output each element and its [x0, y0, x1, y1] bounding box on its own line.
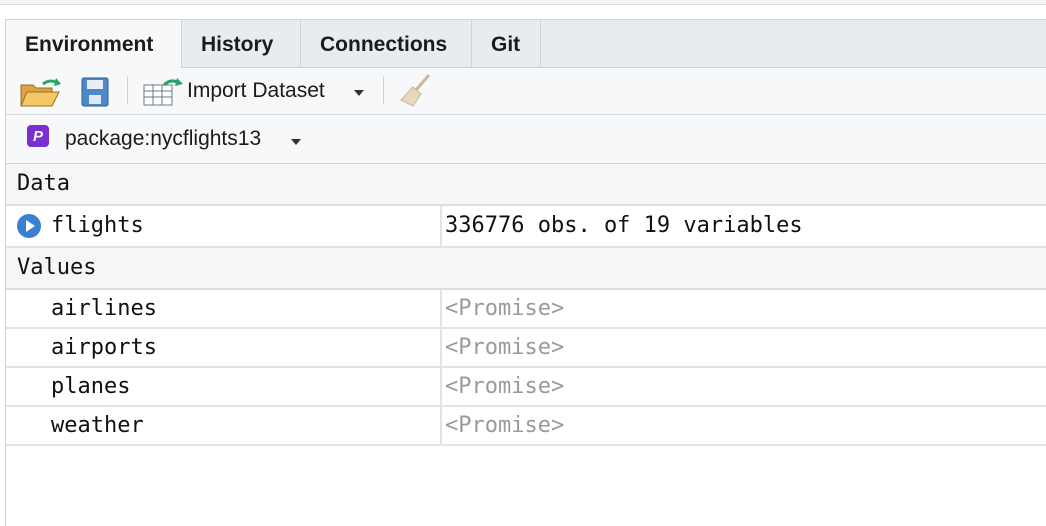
object-name: airlines [51, 296, 157, 321]
table-row[interactable]: flights 336776 obs. of 19 variables [6, 206, 1046, 248]
tab-environment[interactable]: Environment [6, 20, 182, 70]
object-name: planes [51, 374, 131, 399]
tab-git[interactable]: Git [472, 20, 541, 69]
toolbar: Import Dataset [6, 68, 1046, 115]
object-value: <Promise> [445, 413, 565, 438]
chevron-down-icon[interactable] [354, 90, 364, 96]
chevron-down-icon[interactable] [291, 139, 301, 145]
column-divider [440, 368, 442, 405]
object-value: <Promise> [445, 335, 565, 360]
object-value: <Promise> [445, 374, 565, 399]
object-name: weather [51, 413, 144, 438]
column-divider [440, 206, 442, 246]
environment-grid: Data flights 336776 obs. of 19 variables… [6, 164, 1046, 446]
table-row[interactable]: airports <Promise> [6, 329, 1046, 368]
toolbar-separator [127, 76, 128, 104]
section-header-data: Data [6, 164, 1046, 206]
tab-history[interactable]: History [182, 20, 301, 69]
tab-connections[interactable]: Connections [301, 20, 472, 69]
environment-selector[interactable]: package:nycflights13 [65, 127, 261, 151]
object-name: airports [51, 335, 157, 360]
object-name: flights [51, 213, 144, 238]
table-row[interactable]: airlines <Promise> [6, 290, 1046, 329]
open-folder-icon[interactable] [19, 75, 63, 109]
save-icon[interactable] [81, 77, 109, 107]
table-row[interactable]: planes <Promise> [6, 368, 1046, 407]
import-dataset-button[interactable]: Import Dataset [187, 79, 325, 103]
package-icon: P [27, 125, 49, 147]
column-divider [440, 407, 442, 444]
environment-selector-bar: P package:nycflights13 [6, 115, 1046, 164]
environment-pane: Environment History Connections Git Impo… [5, 19, 1046, 526]
object-value: <Promise> [445, 296, 565, 321]
top-strip [0, 0, 1046, 5]
section-header-values: Values [6, 248, 1046, 290]
object-value: 336776 obs. of 19 variables [445, 213, 803, 238]
toolbar-separator [383, 76, 384, 104]
table-import-icon[interactable] [142, 77, 186, 107]
column-divider [440, 329, 442, 366]
broom-icon[interactable] [399, 73, 435, 109]
column-divider [440, 290, 442, 327]
tab-bar: Environment History Connections Git [6, 19, 1046, 70]
play-icon[interactable] [17, 214, 41, 238]
table-row[interactable]: weather <Promise> [6, 407, 1046, 446]
